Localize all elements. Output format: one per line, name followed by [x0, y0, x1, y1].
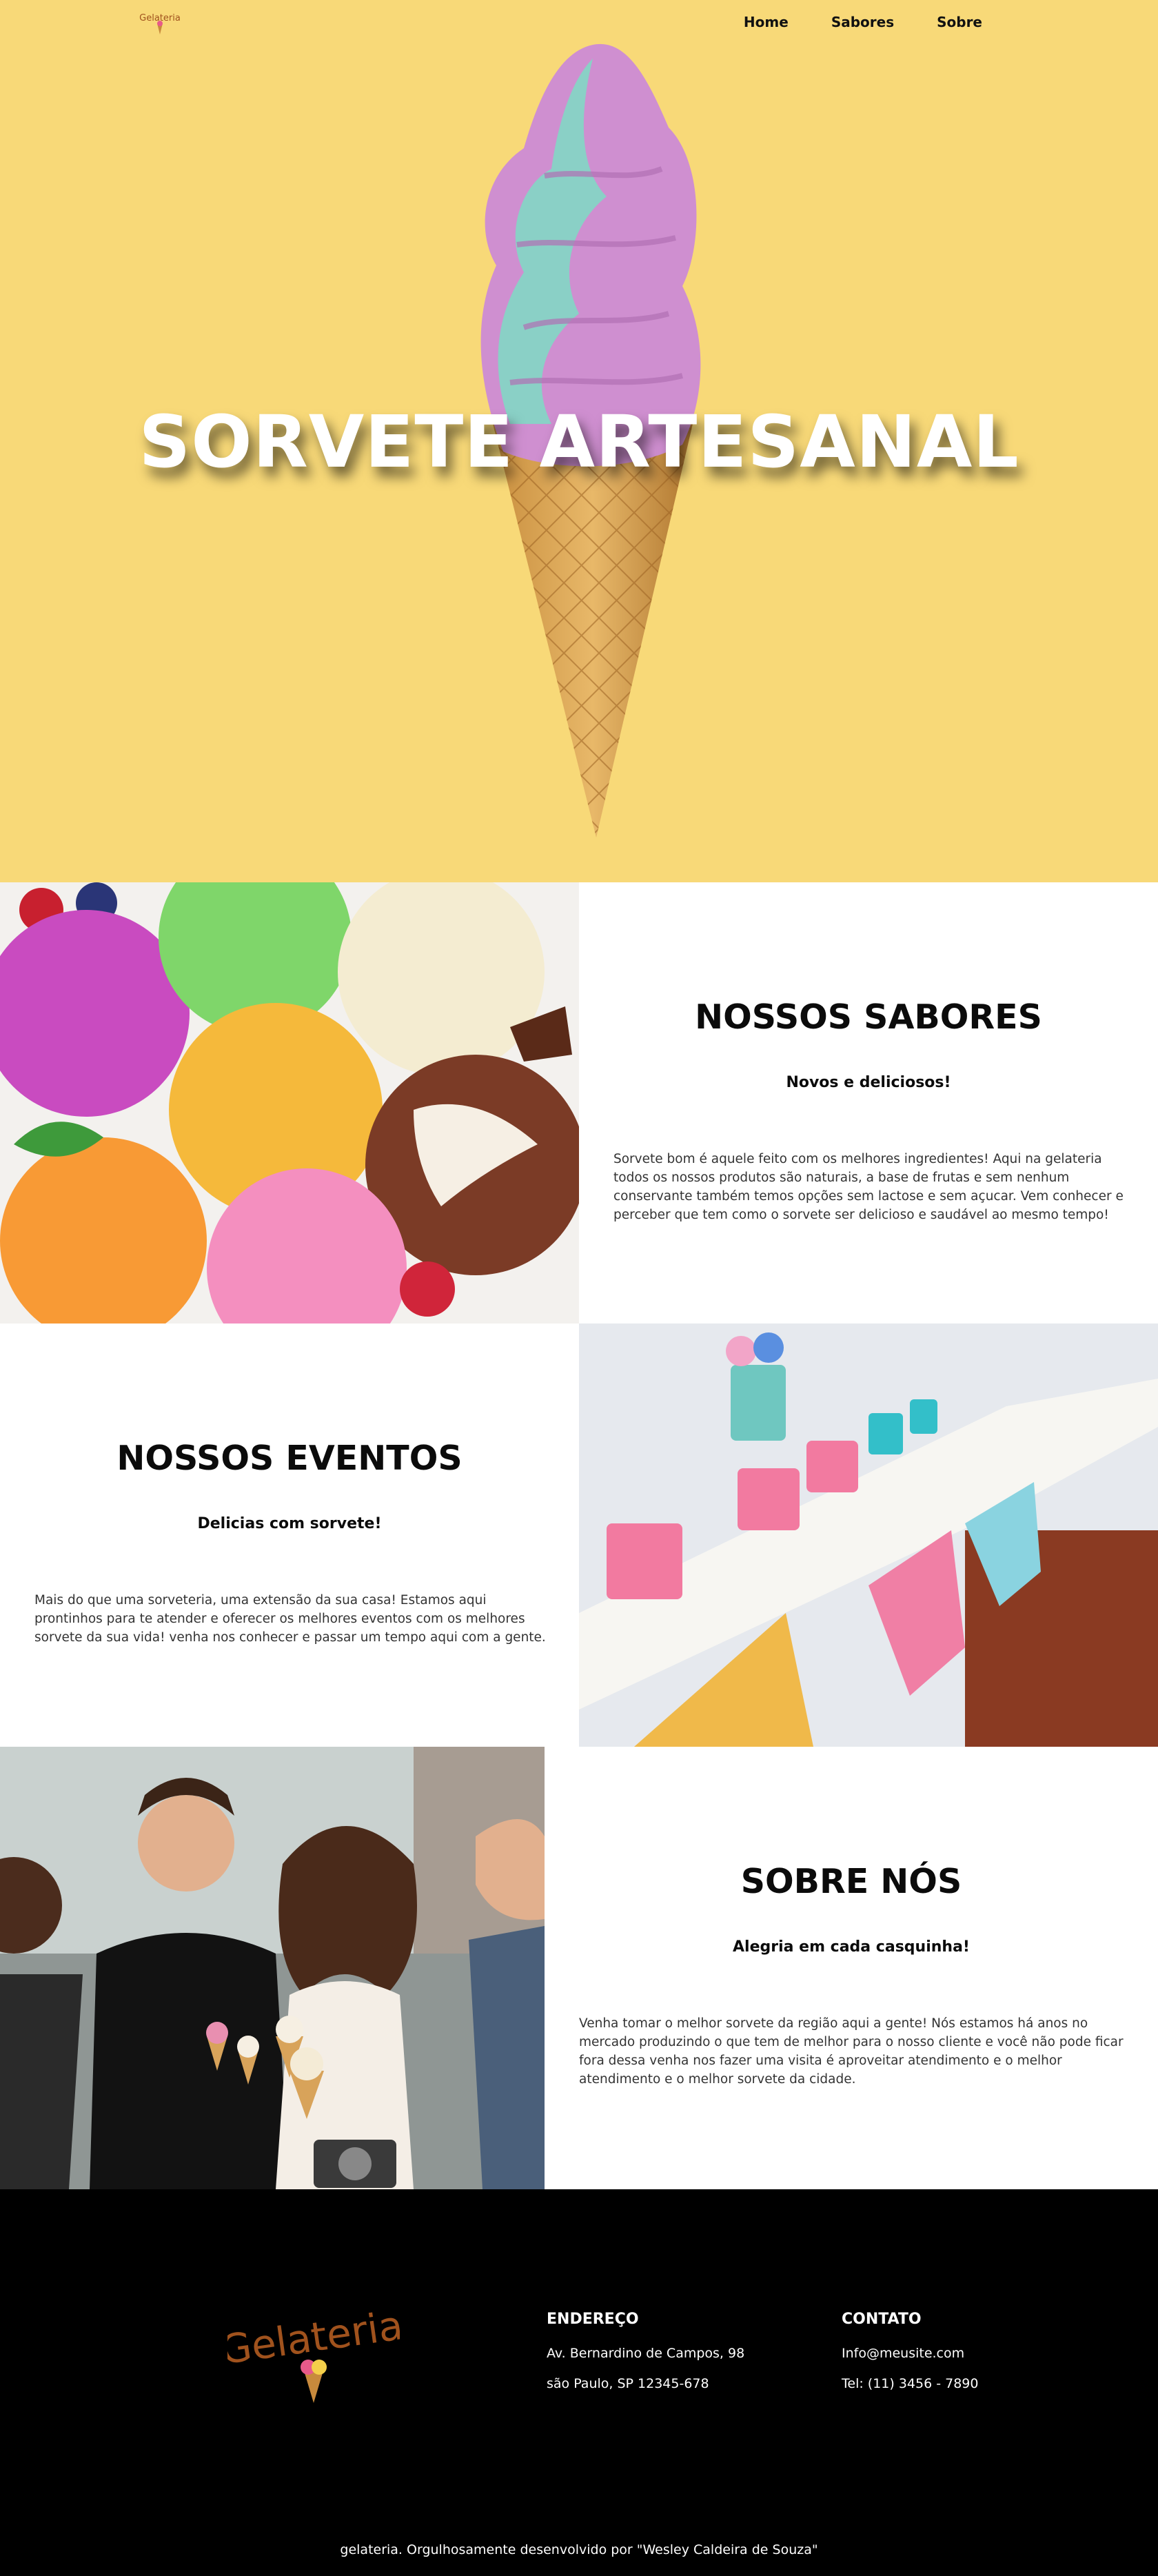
sabores-title: NOSSOS SABORES	[695, 997, 1042, 1037]
site-footer: Gelateria ENDEREÇO Av. Bernardino de Cam…	[0, 2189, 1158, 2576]
header-logo[interactable]: Gelateria	[138, 10, 182, 37]
eventos-text-block: NOSSOS EVENTOS Delicias com sorvete! Mai…	[0, 1324, 579, 1747]
flavors-photo	[0, 882, 579, 1324]
eventos-body: Mais do que uma sorveteria, uma extensão…	[34, 1593, 546, 1645]
contact-phone: Tel: (11) 3456 - 7890	[842, 2376, 979, 2391]
nav-link-home[interactable]: Home	[744, 14, 789, 30]
hero-section: Gelateria Home Sabores Sobre SORVETE ART…	[0, 0, 1158, 882]
sobre-title: SOBRE NÓS	[740, 1862, 962, 1901]
address-line-2: são Paulo, SP 12345-678	[547, 2376, 709, 2391]
footer-credit: gelateria. Orgulhosamente desenvolvido p…	[340, 2542, 818, 2557]
contact-heading: CONTATO	[842, 2311, 922, 2328]
sabores-subtitle: Novos e deliciosos!	[786, 1074, 951, 1091]
main-nav: Home Sabores Sobre	[744, 14, 982, 30]
footer-address: ENDEREÇO Av. Bernardino de Campos, 98 sã…	[547, 2311, 744, 2406]
address-line-1: Av. Bernardino de Campos, 98	[547, 2346, 745, 2361]
nav-link-sabores[interactable]: Sabores	[831, 14, 894, 30]
contact-email-link[interactable]: Info@meusite.com	[842, 2346, 978, 2361]
nav-link-sobre[interactable]: Sobre	[937, 14, 982, 30]
hero-title: SORVETE ARTESANAL	[139, 400, 1019, 484]
sobre-section: SOBRE NÓS Alegria em cada casquinha! Ven…	[0, 1747, 1158, 2189]
eventos-subtitle: Delicias com sorvete!	[197, 1515, 382, 1532]
footer-contact: CONTATO Info@meusite.com Tel: (11) 3456 …	[842, 2311, 978, 2406]
sobre-subtitle: Alegria em cada casquinha!	[733, 1938, 970, 1956]
eventos-title: NOSSOS EVENTOS	[116, 1439, 463, 1478]
sobre-body: Venha tomar o melhor sorvete da região a…	[579, 2016, 1124, 2087]
eventos-section: NOSSOS EVENTOS Delicias com sorvete! Mai…	[0, 1324, 1158, 1747]
friends-photo	[0, 1747, 545, 2189]
footer-logo: Gelateria	[227, 2303, 400, 2403]
sabores-text-block: NOSSOS SABORES Novos e deliciosos! Sorve…	[579, 882, 1158, 1324]
sabores-section: NOSSOS SABORES Novos e deliciosos! Sorve…	[0, 882, 1158, 1324]
sobre-text-block: SOBRE NÓS Alegria em cada casquinha! Ven…	[545, 1747, 1158, 2189]
events-photo	[579, 1324, 1158, 1747]
sabores-body: Sorvete bom é aquele feito com os melhor…	[613, 1152, 1124, 1222]
address-heading: ENDEREÇO	[547, 2311, 639, 2328]
